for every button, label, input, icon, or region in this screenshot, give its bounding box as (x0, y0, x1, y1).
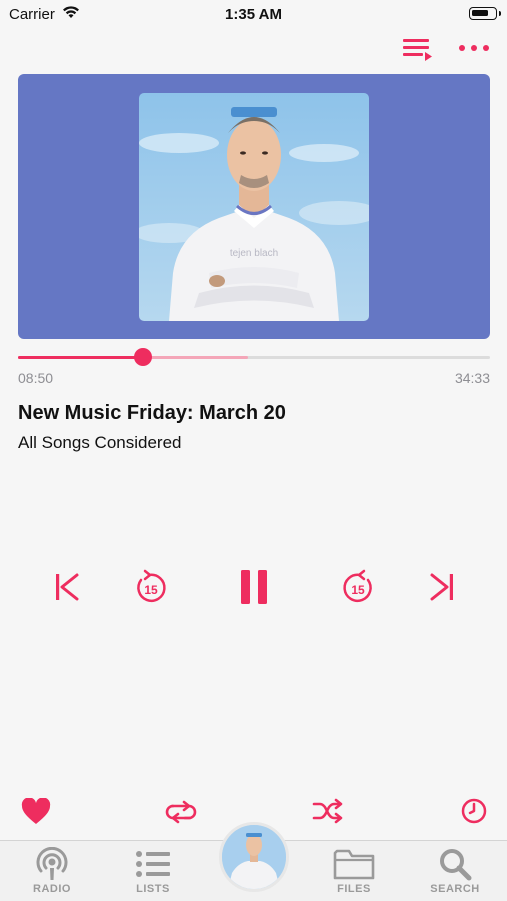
total-time: 34:33 (454, 370, 490, 386)
tab-radio[interactable]: RADIO (7, 841, 97, 895)
repeat-icon[interactable] (165, 799, 197, 825)
heart-icon[interactable] (21, 798, 51, 826)
shirt-text: tejen blach (230, 248, 278, 259)
progress-knob[interactable] (134, 348, 152, 366)
svg-text:15: 15 (351, 583, 365, 597)
next-track-icon[interactable] (427, 570, 457, 604)
skip-back-15-icon[interactable]: 15 (133, 568, 169, 606)
tab-files[interactable]: FILES (309, 841, 399, 895)
more-options-icon[interactable] (458, 40, 490, 56)
tab-lists-label: LISTS (136, 883, 170, 895)
status-bar: Carrier 1:35 AM (0, 0, 507, 30)
search-icon (440, 849, 472, 881)
folder-icon (333, 849, 375, 880)
list-icon (136, 851, 170, 877)
pause-icon[interactable] (239, 568, 269, 606)
elapsed-time: 08:50 (18, 370, 54, 386)
tab-radio-label: RADIO (33, 883, 71, 895)
queue-list-icon[interactable] (403, 37, 433, 63)
now-playing-thumbnail[interactable] (219, 822, 289, 892)
album-artwork: tejen blach (139, 93, 369, 321)
tab-files-label: FILES (337, 883, 371, 895)
tab-lists[interactable]: LISTS (108, 841, 198, 895)
previous-track-icon[interactable] (52, 570, 82, 604)
podcast-icon (36, 847, 68, 880)
skip-forward-15-icon[interactable]: 15 (340, 568, 376, 606)
tab-search[interactable]: SEARCH (410, 841, 500, 895)
episode-title: New Music Friday: March 20 (18, 402, 286, 424)
shuffle-icon[interactable] (312, 798, 344, 824)
battery-icon (469, 7, 501, 20)
progress-played (18, 356, 143, 359)
clock: 1:35 AM (225, 6, 282, 23)
tab-search-label: SEARCH (430, 883, 480, 895)
show-name: All Songs Considered (18, 433, 182, 452)
sleep-timer-icon[interactable] (461, 798, 487, 824)
svg-text:15: 15 (144, 583, 158, 597)
